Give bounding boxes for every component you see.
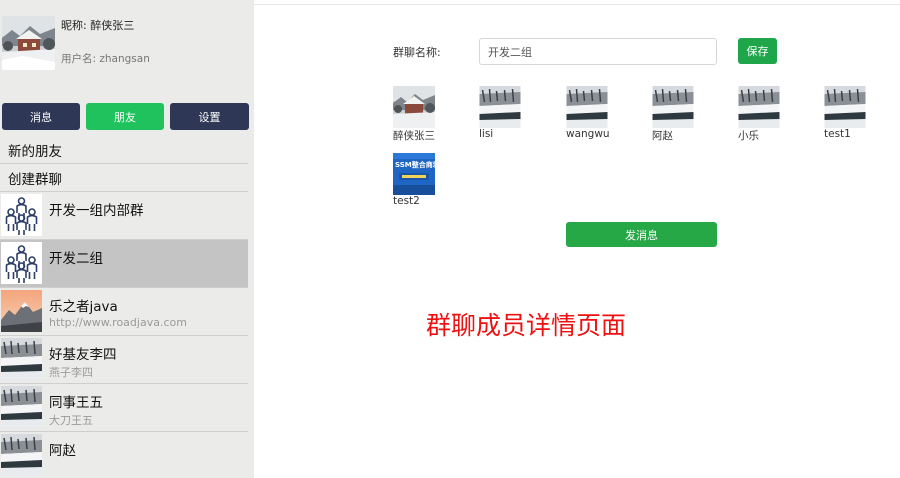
chat-item-active[interactable]: 开发二组 xyxy=(0,240,248,288)
chat-item[interactable]: 同事王五 大刀王五 xyxy=(0,384,248,432)
member-item[interactable]: wangwu xyxy=(566,86,636,146)
settings-button[interactable]: 设置 xyxy=(170,103,249,130)
winter-river-photo-icon xyxy=(1,386,42,428)
new-friends-item[interactable]: 新的朋友 xyxy=(0,136,248,164)
winter-river-photo-icon xyxy=(479,86,521,128)
send-message-button[interactable]: 发消息 xyxy=(566,222,717,247)
sidebar: 昵称: 醉侠张三 用户名: zhangsan 消息 朋友 设置 新的朋友 创建群… xyxy=(0,0,254,478)
messages-button[interactable]: 消息 xyxy=(2,103,80,130)
member-name: 小乐 xyxy=(738,130,759,142)
chat-name: 乐之者java xyxy=(49,299,118,315)
member-name: wangwu xyxy=(566,128,610,140)
member-item[interactable]: 阿赵 xyxy=(652,86,722,146)
chat-subtitle: http://www.roadjava.com xyxy=(49,316,187,329)
member-item[interactable]: lisi xyxy=(479,86,549,146)
profile-username: 用户名: zhangsan xyxy=(61,53,150,65)
svg-text:SSM整合商城: SSM整合商城 xyxy=(395,160,435,169)
winter-river-photo-icon xyxy=(566,86,608,128)
group-name-label: 群聊名称: xyxy=(393,46,441,59)
chat-name: 阿赵 xyxy=(49,443,76,459)
winter-river-photo-icon xyxy=(824,86,866,128)
member-item[interactable]: 醉侠张三 xyxy=(393,86,463,146)
chat-item[interactable]: 乐之者java http://www.roadjava.com xyxy=(0,288,248,336)
chat-name: 好基友李四 xyxy=(49,347,117,363)
member-item[interactable]: SSM整合商城 test2 xyxy=(393,153,463,213)
member-name: 醉侠张三 xyxy=(393,130,435,142)
member-item[interactable]: 小乐 xyxy=(738,86,808,146)
group-people-icon xyxy=(1,194,42,236)
chat-item[interactable]: 好基友李四 燕子李四 xyxy=(0,336,248,384)
chat-subtitle: 大刀王五 xyxy=(49,414,93,427)
winter-house-photo-icon xyxy=(393,86,435,128)
chat-item[interactable]: 开发一组内部群 xyxy=(0,192,248,240)
member-item[interactable]: test1 xyxy=(824,86,894,146)
mountain-sunset-photo-icon xyxy=(1,290,42,332)
profile-card: 昵称: 醉侠张三 用户名: zhangsan xyxy=(0,0,254,100)
top-divider xyxy=(254,4,900,5)
member-name: test1 xyxy=(824,128,851,140)
page-caption: 群聊成员详情页面 xyxy=(426,311,627,340)
nav-bar: 消息 朋友 设置 xyxy=(2,103,250,130)
group-people-icon xyxy=(1,242,42,284)
chat-name: 开发一组内部群 xyxy=(49,203,144,219)
chat-subtitle: 燕子李四 xyxy=(49,366,93,379)
winter-house-photo-icon xyxy=(2,16,55,70)
save-button[interactable]: 保存 xyxy=(738,38,777,64)
create-group-item[interactable]: 创建群聊 xyxy=(0,164,248,192)
winter-river-photo-icon xyxy=(1,338,42,380)
group-name-input[interactable] xyxy=(479,38,717,65)
chat-item[interactable]: 阿赵 xyxy=(0,432,248,478)
friends-button[interactable]: 朋友 xyxy=(86,103,164,130)
chat-name: 开发二组 xyxy=(49,251,103,267)
member-name: 阿赵 xyxy=(652,130,673,142)
chat-name: 同事王五 xyxy=(49,395,103,411)
member-name: test2 xyxy=(393,195,420,207)
profile-avatar[interactable] xyxy=(2,16,55,70)
member-name: lisi xyxy=(479,128,494,140)
winter-river-photo-icon xyxy=(1,434,42,476)
ssm-banner-image-icon: SSM整合商城 xyxy=(393,153,435,195)
winter-river-photo-icon xyxy=(738,86,780,128)
profile-nickname: 昵称: 醉侠张三 xyxy=(61,19,135,32)
winter-river-photo-icon xyxy=(652,86,694,128)
